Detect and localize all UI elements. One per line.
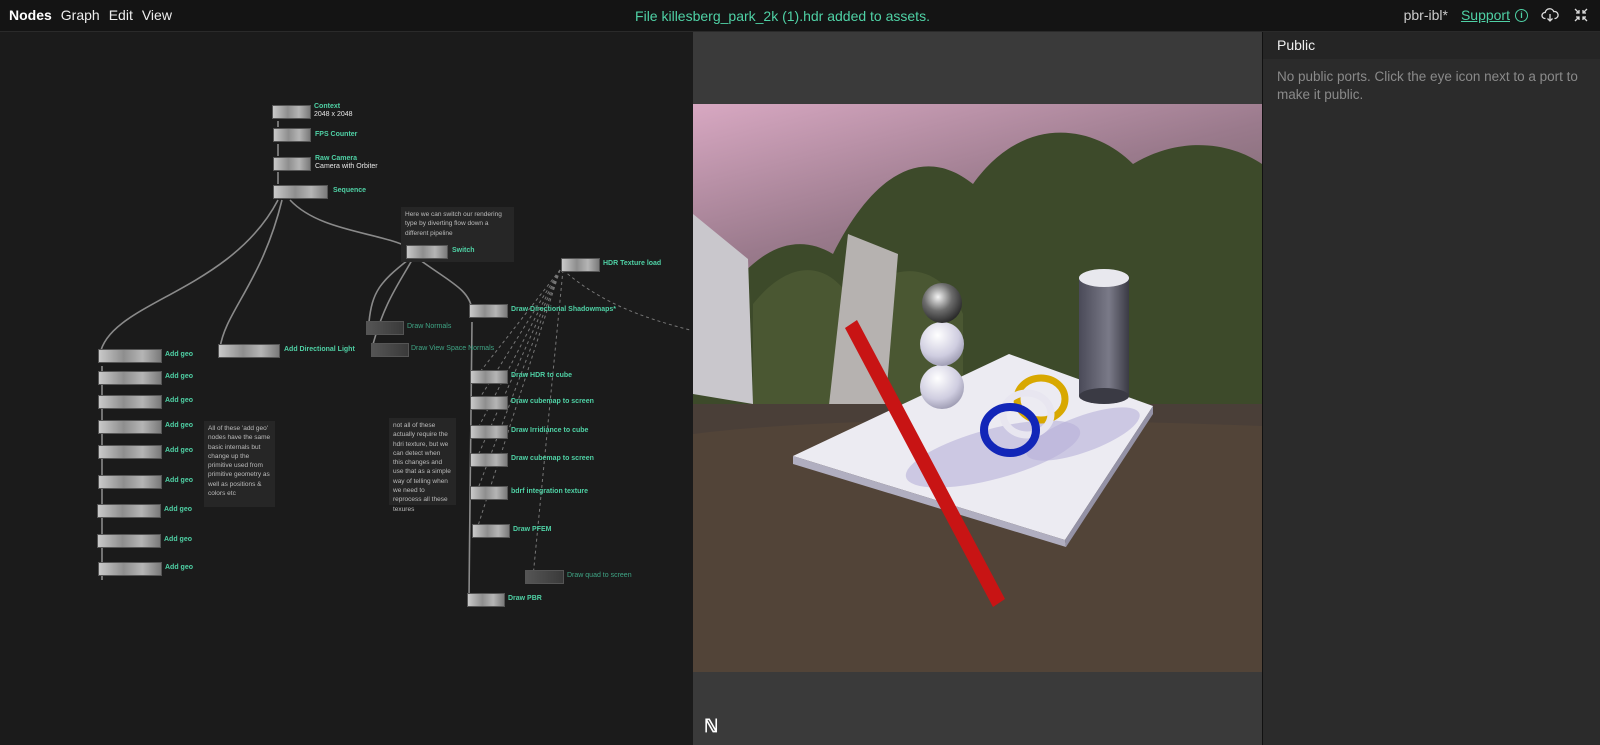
node-label-add-geo: Add geo: [165, 397, 193, 404]
node-add-geo[interactable]: [98, 395, 162, 409]
node-hdr-texture[interactable]: [561, 258, 600, 272]
node-label-brdf: bdrf integration texture: [511, 488, 589, 495]
node-label-fps: FPS Counter: [315, 131, 358, 138]
node-add-geo[interactable]: [98, 371, 162, 385]
project-name: pbr-ibl*: [1403, 7, 1448, 23]
node-directional-light[interactable]: [218, 344, 280, 358]
node-add-geo[interactable]: [98, 475, 162, 489]
node-label-shadowmaps: Draw Directional Shadowmaps*: [511, 306, 617, 313]
node-sequence[interactable]: [273, 185, 328, 199]
collapse-icon[interactable]: [1572, 7, 1590, 23]
rendered-scene[interactable]: [693, 104, 1262, 672]
node-label-context: Context: [314, 103, 341, 110]
node-label-add-geo: Add geo: [165, 447, 193, 454]
node-label-add-geo: Add geo: [164, 506, 192, 513]
comment-hdr[interactable]: not all of these actually require the hd…: [389, 418, 456, 513]
node-camera[interactable]: [273, 157, 311, 171]
node-label-directional-light: Add Directional Light: [284, 346, 355, 353]
node-add-geo[interactable]: [98, 349, 162, 363]
graph-wires: [99, 121, 691, 601]
node-cubemap-1[interactable]: [470, 396, 508, 410]
node-fps[interactable]: [273, 128, 311, 142]
node-quad[interactable]: [525, 570, 564, 584]
node-cubemap-2[interactable]: [470, 453, 508, 467]
node-add-geo[interactable]: [98, 445, 162, 459]
node-label-sequence: Sequence: [333, 187, 367, 194]
node-add-geo[interactable]: [98, 562, 162, 576]
node-add-geo[interactable]: [97, 504, 161, 518]
node-hdr-cube[interactable]: [470, 370, 508, 384]
node-label-switch: Switch: [452, 247, 475, 254]
node-brdf[interactable]: [470, 486, 508, 500]
node-shadowmaps[interactable]: [469, 304, 508, 318]
node-label-add-geo: Add geo: [165, 422, 193, 429]
info-icon[interactable]: i: [1515, 8, 1528, 22]
node-label-quad: Draw quad to screen: [567, 572, 632, 579]
render-viewport[interactable]: ℕ: [693, 32, 1262, 745]
node-label-vs-normals: Draw View Space Normals: [411, 345, 495, 352]
cloud-download-icon[interactable]: [1541, 7, 1559, 23]
node-label-cubemap-2: Draw cubemap to screen: [511, 455, 594, 462]
node-vs-normals[interactable]: [371, 343, 409, 357]
panel-title: Public: [1263, 32, 1600, 59]
node-label-normals: Draw Normals: [407, 323, 452, 330]
node-pbr[interactable]: [467, 593, 505, 607]
node-switch[interactable]: [406, 245, 448, 259]
node-normals[interactable]: [366, 321, 404, 335]
public-ports-panel: Public No public ports. Click the eye ic…: [1262, 32, 1600, 745]
node-add-geo[interactable]: [98, 420, 162, 434]
support-link[interactable]: Support: [1461, 7, 1510, 23]
node-irradiance[interactable]: [470, 425, 508, 439]
top-bar: Nodes Graph Edit View File killesberg_pa…: [0, 0, 1600, 32]
nodes-logo: ℕ: [704, 716, 719, 736]
node-sub-context: 2048 x 2048: [314, 111, 353, 118]
node-context[interactable]: [272, 105, 311, 119]
node-label-hdr-cube: Draw HDR to cube: [511, 372, 573, 379]
node-label-hdr: HDR Texture load: [603, 260, 662, 267]
node-pfem[interactable]: [472, 524, 510, 538]
node-label-add-geo: Add geo: [164, 536, 192, 543]
status-notification: File killesberg_park_2k (1).hdr added to…: [635, 8, 930, 24]
node-label-add-geo: Add geo: [165, 373, 193, 380]
node-add-geo[interactable]: [97, 534, 161, 548]
node-label-irradiance: Draw Irridiance to cube: [511, 427, 589, 434]
node-label-pfem: Draw PFEM: [513, 526, 552, 533]
node-graph-canvas[interactable]: Context 2048 x 2048 FPS Counter Raw Came…: [0, 32, 693, 745]
comment-add-geo[interactable]: All of these 'add geo' nodes have the sa…: [204, 421, 275, 507]
node-label-add-geo: Add geo: [165, 351, 193, 358]
node-label-add-geo: Add geo: [165, 564, 193, 571]
top-right-tools: pbr-ibl* Support i: [1404, 7, 1590, 23]
node-label-add-geo: Add geo: [165, 477, 193, 484]
node-label-cubemap-1: Draw cubemap to screen: [511, 398, 594, 405]
panel-empty-message: No public ports. Click the eye icon next…: [1277, 69, 1578, 102]
node-sub-camera: Camera with Orbiter: [315, 163, 378, 170]
node-label-pbr: Draw PBR: [508, 595, 542, 602]
node-label-camera: Raw Camera: [315, 155, 358, 162]
